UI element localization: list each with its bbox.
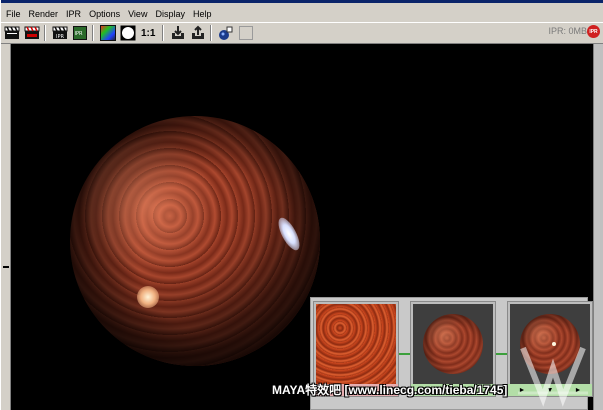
svg-text:IPR: IPR [75,31,83,37]
specular-highlight [274,214,304,254]
menu-display[interactable]: Display [152,9,188,19]
rendered-sphere [70,116,320,366]
highlight-glow [137,286,159,308]
left-frame [1,44,11,410]
menu-view[interactable]: View [125,9,150,19]
menu-help[interactable]: Help [190,9,215,19]
remove-image-button[interactable] [189,24,207,42]
empty-slot-button[interactable] [237,24,255,42]
rgb-channel-button[interactable] [99,24,117,42]
toolbar-separator [210,25,213,41]
alpha-channel-button[interactable] [119,24,137,42]
menu-render[interactable]: Render [26,9,62,19]
vertical-scrollbar[interactable] [593,44,603,410]
memory-status: IPR: 0MB [548,26,587,36]
remove-image-icon [192,25,205,39]
menu-options[interactable]: Options [86,9,123,19]
keep-image-icon [172,26,185,39]
toolbar-separator [44,25,46,41]
material-swatch [413,304,493,384]
menu-bar: File Render IPR Options View Display Hel… [1,5,603,23]
frame-tick [3,266,9,268]
real-size-button[interactable]: 1:1 [141,28,155,39]
watermark-logo-icon [518,346,588,407]
fractal-swatch [316,304,396,384]
alpha-channel-icon [120,25,136,41]
render-button[interactable] [3,24,21,42]
menu-file[interactable]: File [3,9,24,19]
render-view-window: File Render IPR Options View Display Hel… [0,0,603,410]
redo-render-button[interactable] [23,24,41,42]
empty-slot-icon [239,26,254,40]
svg-text:IPR: IPR [56,34,64,40]
toolbar: IPR IPR 1:1 [1,22,603,44]
ipr-refresh-button[interactable]: IPR [71,24,89,42]
toolbar-separator [162,25,165,41]
ipr-render-button[interactable]: IPR [51,24,69,42]
snapshot-button[interactable] [217,24,235,42]
clapper-icon [4,26,20,39]
watermark-text: MAYA特效吧 [www.linecg.com/tieba/1745] [272,383,508,397]
redo-render-icon [24,26,40,39]
ipr-indicator-icon: IPR [587,25,600,38]
title-bar-strip [1,0,603,3]
rgb-channel-icon [100,25,116,41]
keep-image-button[interactable] [169,24,187,42]
snapshot-icon [219,26,233,40]
material-ball-icon [423,314,483,374]
ipr-render-icon: IPR [52,26,68,40]
ipr-refresh-icon: IPR [73,26,87,40]
menu-ipr[interactable]: IPR [63,9,84,19]
toolbar-separator [92,25,94,41]
